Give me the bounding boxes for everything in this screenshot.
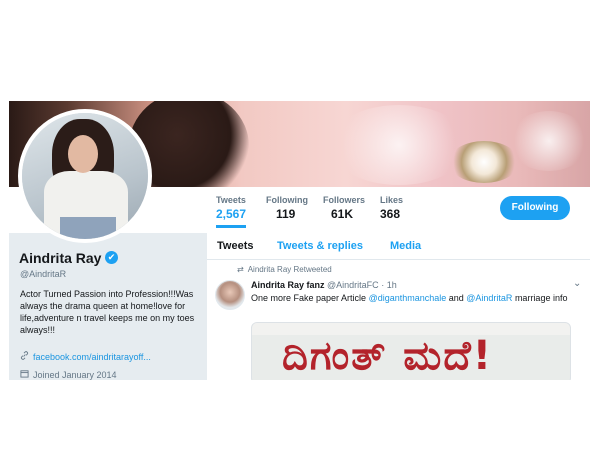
tab-tweets-replies[interactable]: Tweets & replies	[277, 240, 363, 252]
profile-website[interactable]: facebook.com/aindritarayoff...	[20, 351, 151, 362]
link-icon	[20, 351, 30, 362]
following-button[interactable]: Following	[500, 196, 570, 220]
chevron-down-icon[interactable]: ⌄	[573, 278, 581, 289]
stat-followers[interactable]: Followers 61K	[323, 195, 365, 221]
tweet-header: Aindrita Ray fanz @AindritaFC · 1h	[251, 280, 397, 290]
tab-media[interactable]: Media	[390, 240, 421, 252]
tab-tweets[interactable]: Tweets	[217, 240, 253, 252]
profile-handle[interactable]: @AindritaR	[20, 269, 66, 279]
join-date-text: Joined January 2014	[33, 370, 117, 380]
tweet-item[interactable]: ⇄ Aindrita Ray Retweeted Aindrita Ray fan…	[207, 260, 590, 380]
tweet-author-handle[interactable]: @AindritaFC	[327, 280, 379, 290]
timeline: Tweets Tweets & replies Media ⇄ Aindrita …	[207, 233, 590, 380]
stat-label: Followers	[323, 195, 366, 205]
stat-following[interactable]: Following 119	[266, 195, 308, 221]
tweet-mention[interactable]: @diganthmanchale	[369, 293, 447, 303]
profile-avatar[interactable]	[18, 109, 152, 243]
profile-join-date: Joined January 2014	[20, 369, 117, 380]
stat-value: 119	[276, 207, 296, 221]
profile-sidebar: Aindrita Ray ✔ @AindritaR Actor Turned P…	[9, 233, 207, 380]
tweet-media-image[interactable]: ದಿಗಂತ್ ಮದೆ!	[251, 322, 571, 380]
verified-badge-icon: ✔	[105, 251, 118, 264]
stat-likes[interactable]: Likes 368	[380, 195, 403, 221]
calendar-icon	[20, 369, 30, 380]
tweet-text: One more Fake paper Article @diganthmanc…	[251, 292, 571, 304]
retweet-context: ⇄ Aindrita Ray Retweeted	[237, 265, 332, 274]
stat-value: 61K	[331, 207, 354, 221]
tweet-mention[interactable]: @AindritaR	[466, 293, 512, 303]
profile-name[interactable]: Aindrita Ray	[19, 250, 101, 266]
tweet-timestamp[interactable]: · 1h	[381, 280, 397, 290]
stat-label: Tweets	[216, 195, 246, 205]
tweet-media-headline: ದಿಗಂತ್ ಮದೆ!	[282, 333, 494, 379]
stat-value: 2,567	[216, 207, 247, 221]
profile-bio: Actor Turned Passion into Profession!!!W…	[20, 289, 195, 335]
profile-page: Tweets 2,567 Following 119 Followers 61K…	[9, 101, 590, 380]
stat-value: 368	[380, 207, 401, 221]
stat-label: Likes	[380, 195, 404, 205]
timeline-tabs: Tweets Tweets & replies Media	[207, 233, 590, 260]
tweet-text-part: and	[446, 293, 467, 303]
tweet-author-name[interactable]: Aindrita Ray fanz	[251, 280, 325, 290]
tweet-text-part: marriage info	[512, 293, 568, 303]
retweet-label: Aindrita Ray Retweeted	[247, 265, 332, 274]
tweet-author-avatar[interactable]	[215, 280, 245, 310]
profile-website-link[interactable]: facebook.com/aindritarayoff...	[33, 352, 151, 362]
stat-tweets[interactable]: Tweets 2,567	[216, 195, 247, 228]
retweet-icon: ⇄	[237, 265, 244, 274]
stat-label: Following	[266, 195, 308, 205]
tweet-text-part: One more Fake paper Article	[251, 293, 369, 303]
